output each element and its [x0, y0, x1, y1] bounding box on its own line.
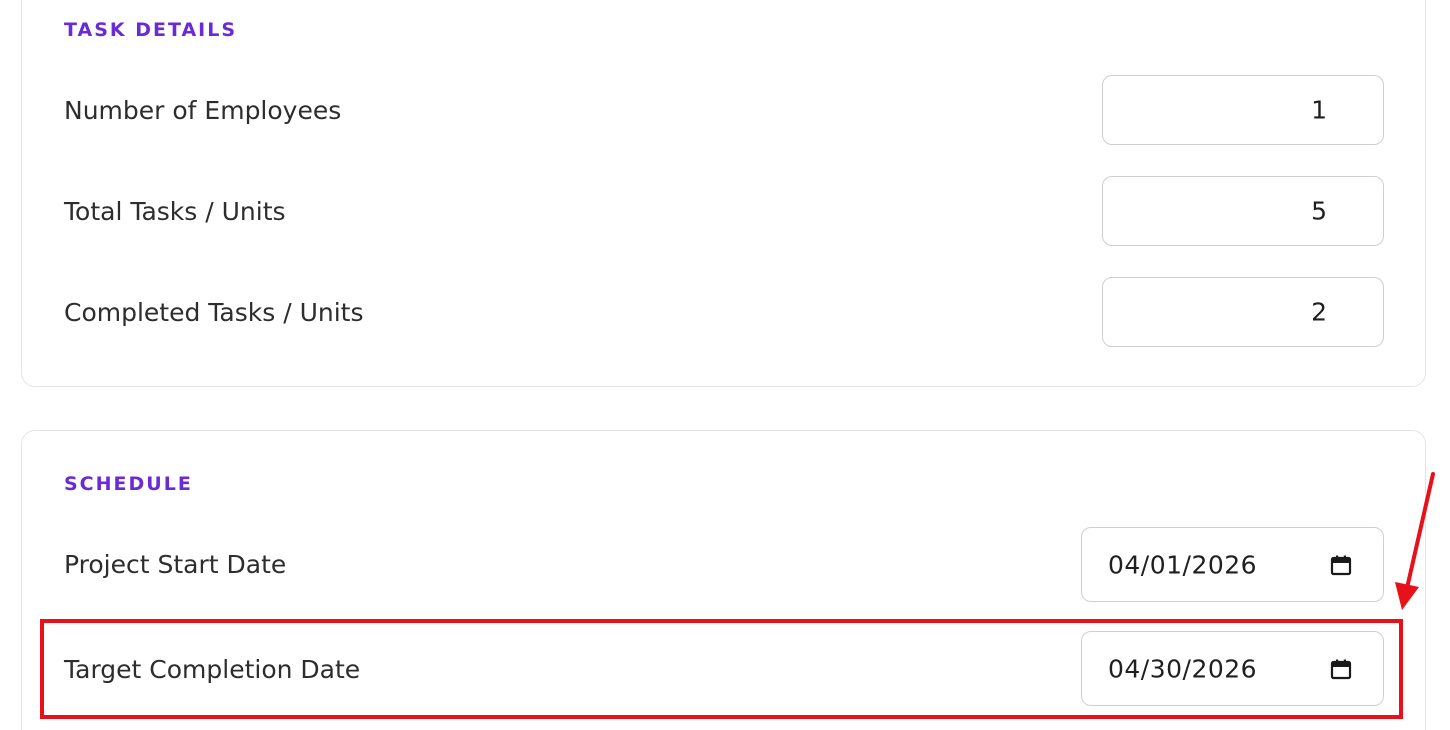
section-title-task-details: TASK DETAILS	[64, 19, 238, 41]
schedule-card: SCHEDULE Project Start Date 04/01/2026 T…	[21, 430, 1426, 730]
label-completed-tasks: Completed Tasks / Units	[64, 298, 364, 327]
calendar-icon[interactable]	[1329, 553, 1353, 577]
label-target-completion-date: Target Completion Date	[64, 655, 361, 684]
total-tasks-input[interactable]: 5	[1102, 176, 1384, 246]
number-of-employees-input[interactable]: 1	[1102, 75, 1384, 145]
task-details-card: TASK DETAILS Number of Employees 1 Total…	[21, 0, 1426, 387]
target-completion-date-value: 04/30/2026	[1108, 654, 1258, 683]
form-page: TASK DETAILS Number of Employees 1 Total…	[0, 0, 1450, 730]
total-tasks-value: 5	[1311, 196, 1327, 226]
completed-tasks-input[interactable]: 2	[1102, 277, 1384, 347]
completed-tasks-value: 2	[1311, 297, 1327, 327]
label-project-start-date: Project Start Date	[64, 550, 287, 579]
label-total-tasks: Total Tasks / Units	[64, 197, 286, 226]
project-start-date-input[interactable]: 04/01/2026	[1081, 527, 1384, 602]
annotation-arrow	[1395, 472, 1435, 610]
target-completion-date-input[interactable]: 04/30/2026	[1081, 631, 1384, 706]
section-title-schedule: SCHEDULE	[64, 473, 193, 495]
calendar-icon[interactable]	[1329, 657, 1353, 681]
label-number-of-employees: Number of Employees	[64, 96, 342, 125]
number-of-employees-value: 1	[1311, 95, 1327, 125]
project-start-date-value: 04/01/2026	[1108, 550, 1258, 579]
